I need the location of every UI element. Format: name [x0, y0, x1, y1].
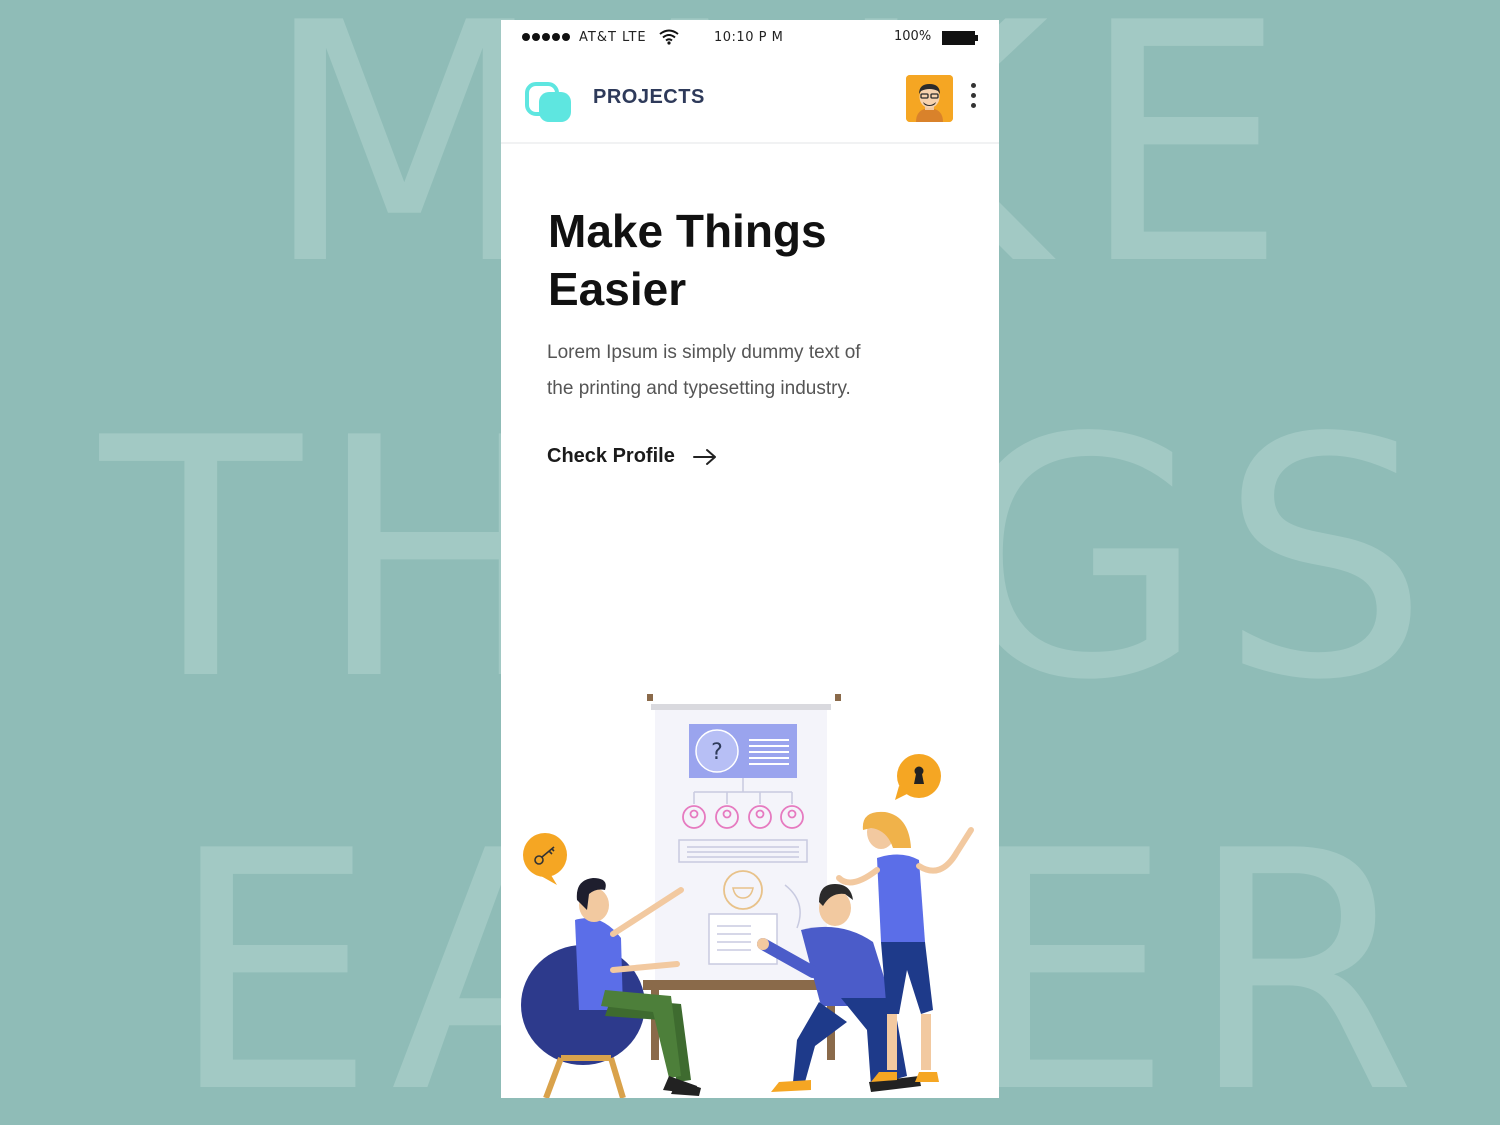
status-bar: AT&T LTE 10:10 P M 100% [501, 20, 999, 56]
signal-dots-icon [522, 33, 570, 41]
key-icon [523, 833, 567, 885]
phone-screen: AT&T LTE 10:10 P M 100% PROJECTS Make Th… [501, 20, 999, 1098]
logo-icon[interactable] [525, 78, 575, 122]
hero-description-line-2: the printing and typesetting industry. [547, 378, 851, 399]
arrow-right-icon [692, 448, 716, 465]
clock-time: 10:10 P M [714, 30, 784, 45]
hero-title: Make Things Easier [548, 202, 948, 318]
check-profile-link[interactable]: Check Profile [547, 445, 717, 468]
avatar[interactable] [906, 75, 953, 122]
hero-title-line-2: Easier [548, 263, 687, 315]
hero-title-line-1: Make Things [548, 205, 827, 257]
check-profile-label: Check Profile [547, 445, 675, 467]
kebab-menu-icon[interactable] [968, 83, 978, 113]
hero-description-line-1: Lorem Ipsum is simply dummy text of [547, 342, 861, 363]
lock-icon [895, 754, 941, 800]
hero-description: Lorem Ipsum is simply dummy text of the … [547, 335, 907, 407]
battery-percentage: 100% [894, 29, 932, 44]
team-illustration: ? [521, 694, 974, 1098]
svg-text:?: ? [711, 740, 723, 765]
wifi-icon [659, 29, 679, 45]
carrier-label: AT&T LTE [579, 30, 647, 45]
app-header: PROJECTS [501, 70, 999, 144]
page-title: PROJECTS [593, 86, 705, 108]
battery-icon [942, 31, 978, 45]
